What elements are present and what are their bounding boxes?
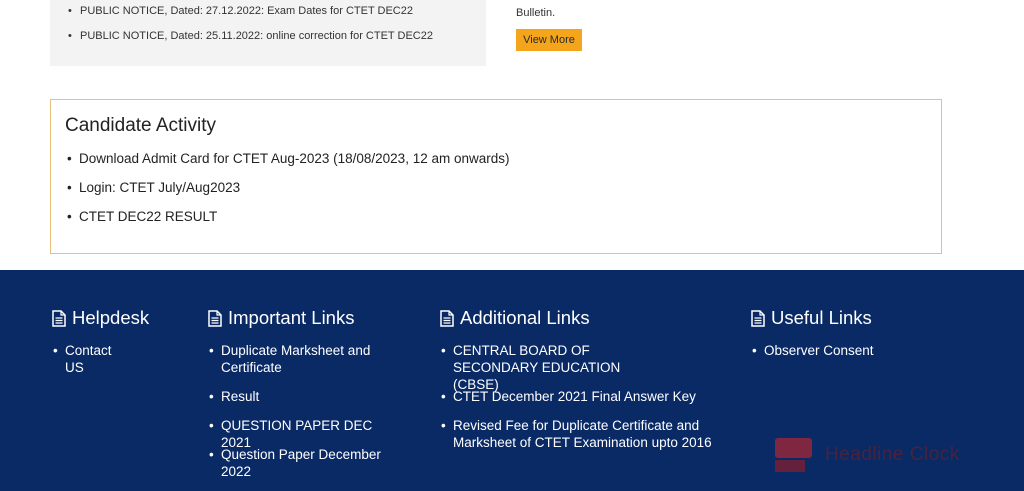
footer-link-contact-us[interactable]: Contact US [53, 342, 111, 376]
notice-item[interactable]: PUBLIC NOTICE, Dated: 27.12.2022: Exam D… [68, 5, 413, 18]
footer-heading-additional-links: Additional Links [440, 307, 590, 329]
footer-link-ctet-answer-key[interactable]: CTET December 2021 Final Answer Key [441, 388, 723, 405]
footer-heading-useful-links: Useful Links [751, 307, 872, 329]
document-icon [208, 309, 222, 327]
footer-link-cbse[interactable]: CENTRAL BOARD OF SECONDARY EDUCATION (CB… [441, 342, 668, 393]
public-notice-panel: PUBLIC NOTICE, Dated: 27.12.2022: Exam D… [50, 0, 486, 66]
watermark-logo-icon [775, 438, 812, 472]
footer-heading-text: Helpdesk [72, 307, 150, 328]
activity-link-result[interactable]: CTET DEC22 RESULT [67, 209, 217, 224]
footer-link-revised-fee[interactable]: Revised Fee for Duplicate Certificate an… [441, 417, 718, 451]
notice-item[interactable]: PUBLIC NOTICE, Dated: 25.11.2022: online… [68, 30, 433, 43]
candidate-activity-title: Candidate Activity [65, 115, 217, 136]
watermark: Headline Clock [775, 438, 1005, 472]
footer-heading-text: Important Links [228, 307, 355, 328]
view-more-button[interactable]: View More [516, 29, 582, 51]
document-icon [52, 309, 66, 327]
bulletin-text: Bulletin. [516, 7, 556, 19]
footer-link-question-paper-dec-2022[interactable]: Question Paper December 2022 [209, 446, 386, 480]
candidate-activity-panel: Candidate Activity Download Admit Card f… [50, 99, 942, 254]
document-icon [751, 309, 765, 327]
activity-link-admit-card[interactable]: Download Admit Card for CTET Aug-2023 (1… [67, 151, 509, 166]
watermark-text: Headline Clock [825, 444, 960, 465]
footer-heading-text: Useful Links [771, 307, 872, 328]
document-icon [440, 309, 454, 327]
footer-link-result[interactable]: Result [209, 388, 386, 405]
footer-link-duplicate-marksheet[interactable]: Duplicate Marksheet and Certificate [209, 342, 386, 376]
footer-heading-helpdesk: Helpdesk [52, 307, 149, 329]
activity-link-login[interactable]: Login: CTET July/Aug2023 [67, 180, 240, 195]
footer-link-observer-consent[interactable]: Observer Consent [752, 342, 964, 359]
footer-heading-important-links: Important Links [208, 307, 354, 329]
footer-heading-text: Additional Links [460, 307, 590, 328]
